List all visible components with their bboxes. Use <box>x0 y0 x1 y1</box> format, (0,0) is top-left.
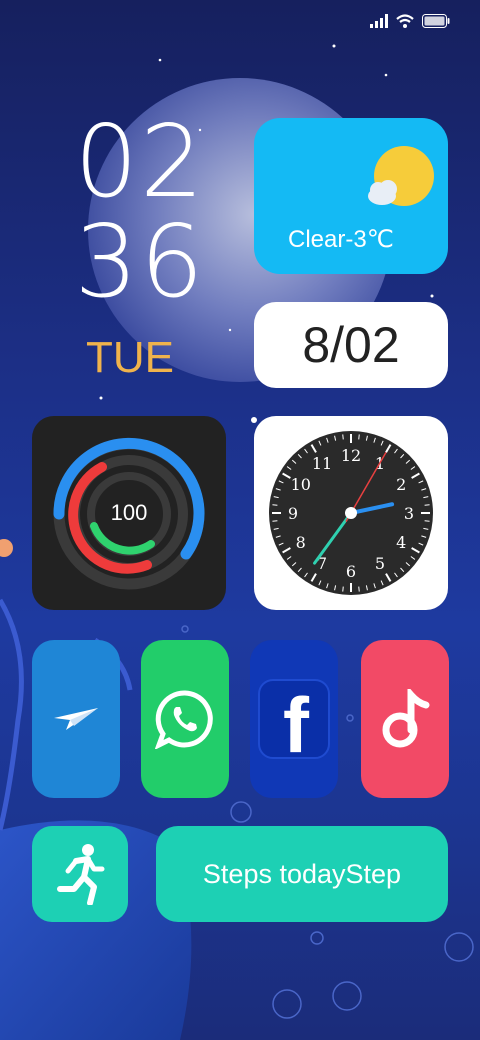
clock-center <box>345 507 357 519</box>
clock-tick <box>342 586 344 592</box>
bubble <box>310 931 324 945</box>
clock-hours: 02 <box>74 103 206 220</box>
clock-number: 5 <box>375 554 385 573</box>
weekday-label: TUE <box>86 333 174 382</box>
fitness-value: 100 <box>110 500 148 525</box>
clock-number: 4 <box>396 533 406 552</box>
steps-widget[interactable]: Steps todayStep <box>156 826 448 922</box>
date-text: 8/02 <box>302 317 400 373</box>
wifi-icon <box>396 14 414 28</box>
status-bar <box>370 14 450 28</box>
music-note-icon <box>382 689 430 748</box>
running-icon <box>57 844 105 905</box>
star <box>228 328 232 332</box>
star <box>158 58 162 62</box>
clock-number: 8 <box>296 533 306 552</box>
clock-tick <box>424 504 430 506</box>
battery-icon <box>422 14 450 28</box>
clock-tick <box>424 520 430 522</box>
clock-tick <box>272 520 278 522</box>
clock-number: 10 <box>291 475 311 494</box>
bubble <box>332 981 362 1011</box>
paper-plane-icon <box>54 708 98 730</box>
clock-tick <box>272 504 278 506</box>
weather-text: Clear-3℃ <box>288 226 394 253</box>
steps-label: Steps todayStep <box>202 858 402 889</box>
star <box>430 294 434 298</box>
weather-widget[interactable]: Clear-3℃ <box>254 118 448 274</box>
bubble <box>181 625 189 633</box>
app-whatsapp[interactable] <box>141 640 229 798</box>
signal-icon <box>370 14 388 28</box>
clock-minutes: 36 <box>74 203 206 320</box>
clock-tick <box>358 434 360 440</box>
app-music[interactable] <box>361 640 449 798</box>
clock-number: 2 <box>396 475 406 494</box>
orange-planet <box>0 539 13 557</box>
clock-number: 3 <box>404 504 414 523</box>
bubble <box>346 714 354 722</box>
sun-cloud-icon <box>368 146 434 206</box>
fitness-widget[interactable]: 100 <box>32 416 226 610</box>
app-telegram[interactable] <box>32 640 120 798</box>
bubble <box>272 989 302 1019</box>
analog-clock-face: 121234567891011 <box>269 431 433 595</box>
bubble <box>230 801 252 823</box>
facebook-icon: f <box>258 679 330 760</box>
whatsapp-icon <box>155 690 213 749</box>
digital-clock[interactable]: 02 36 <box>60 112 220 312</box>
running-widget[interactable] <box>32 826 128 922</box>
clock-number: 11 <box>312 454 332 473</box>
star <box>99 396 103 400</box>
clock-number: 6 <box>346 562 356 581</box>
ridge-line <box>0 598 24 831</box>
clock-number: 12 <box>341 446 361 465</box>
clock-tick <box>342 434 344 440</box>
star <box>384 73 388 77</box>
svg-text:f: f <box>283 681 310 760</box>
bubble <box>444 932 474 962</box>
app-facebook[interactable]: f <box>250 640 338 798</box>
clock-tick <box>358 586 360 592</box>
star <box>332 44 336 48</box>
clock-number: 9 <box>288 504 298 523</box>
date-widget[interactable]: 8/02 <box>254 302 448 388</box>
analog-clock-widget[interactable]: 121234567891011 <box>254 416 448 610</box>
